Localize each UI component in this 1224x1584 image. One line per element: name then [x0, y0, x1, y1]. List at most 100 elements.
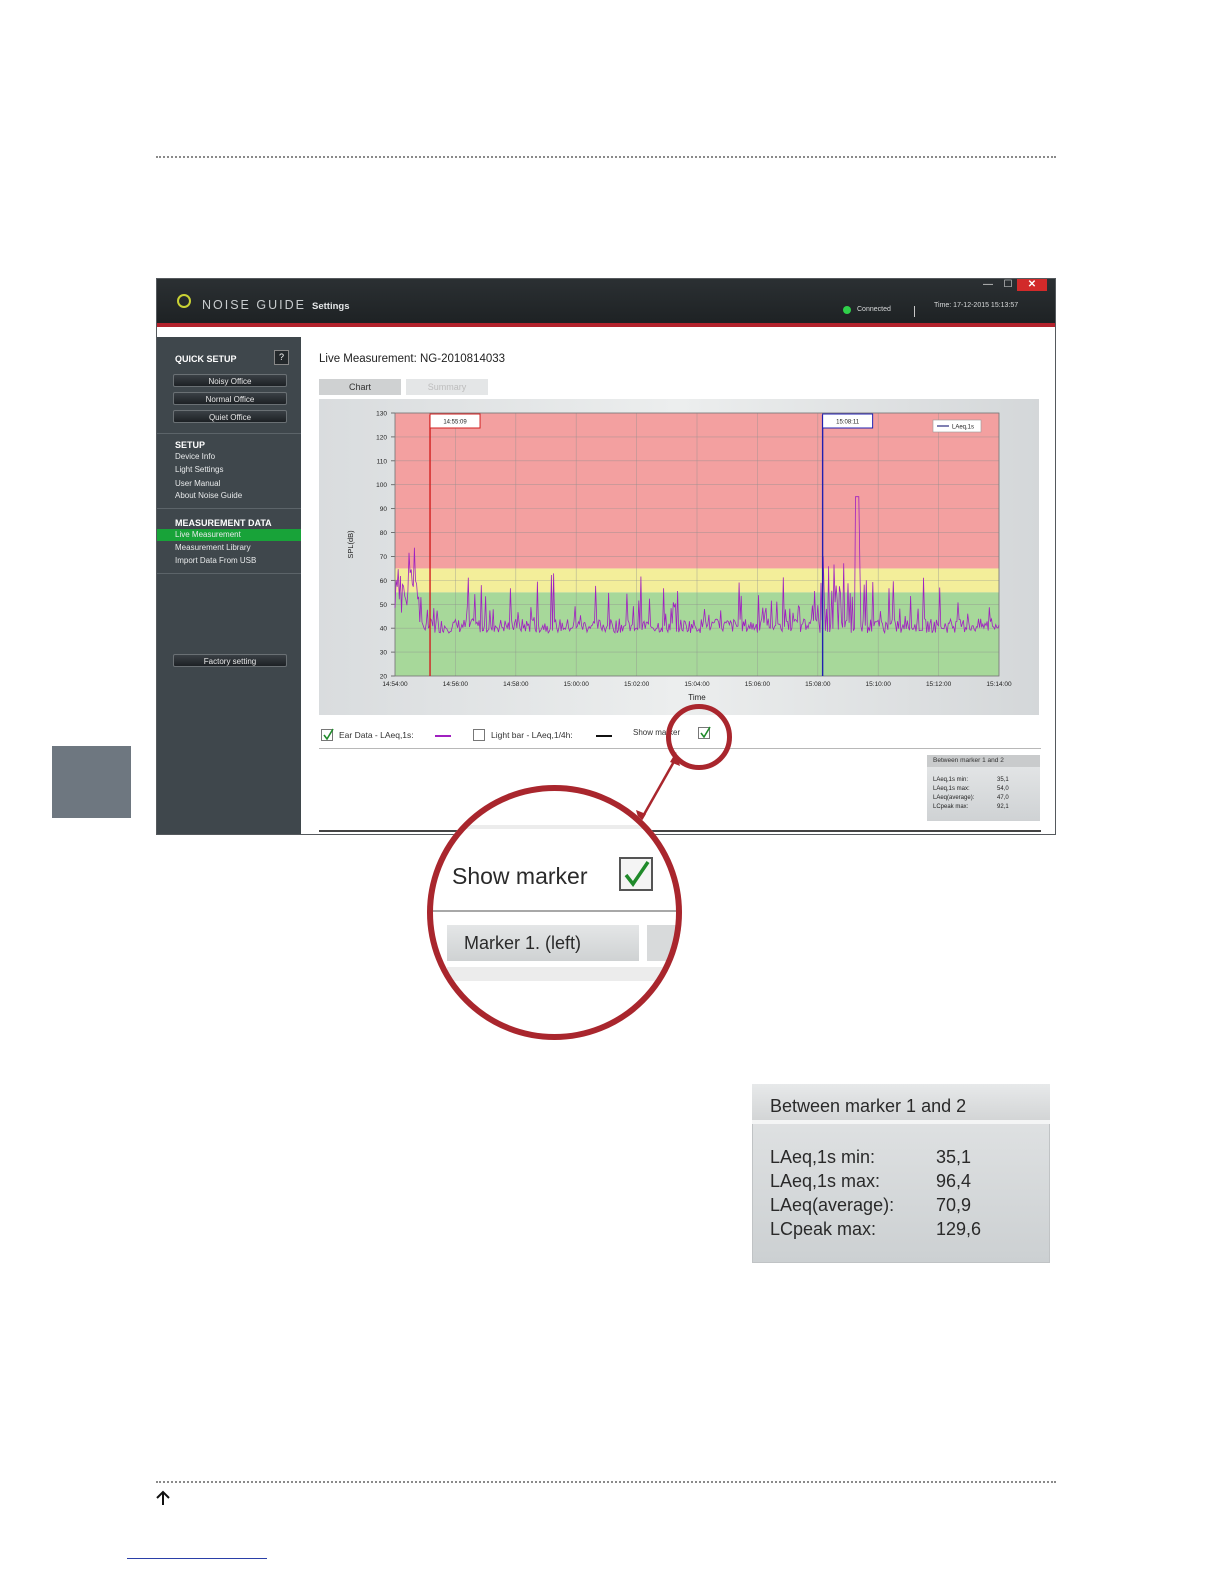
x-tick-label: 15:08:00 — [805, 681, 831, 688]
quiet-office-button[interactable]: Quiet Office — [173, 410, 287, 423]
marker-stats-enlarged: Between marker 1 and 2 LAeq,1s min: 35,1 … — [752, 1084, 1050, 1263]
y-tick-label: 30 — [380, 650, 388, 657]
sidebar-item-user-manual[interactable]: User Manual — [175, 479, 220, 488]
light-bar-checkbox[interactable] — [473, 729, 485, 741]
sidebar-item-light-settings[interactable]: Light Settings — [175, 465, 223, 474]
tab-summary[interactable]: Summary — [406, 379, 488, 395]
stat-value: 70,9 — [936, 1195, 972, 1215]
sidebar-divider — [157, 508, 301, 509]
chart-panel: 130 120 110 100 90 80 70 60 50 40 30 20 14:54:00 14:5… — [319, 399, 1039, 715]
chapter-tab — [52, 746, 131, 818]
close-button[interactable]: ✕ — [1017, 279, 1047, 291]
stat-value: 47,0 — [997, 795, 1009, 801]
ear-data-checkbox[interactable] — [321, 728, 334, 741]
y-tick-label: 110 — [377, 458, 388, 465]
x-tick-label: 15:04:00 — [684, 681, 710, 688]
sidebar-item-import-usb[interactable]: Import Data From USB — [175, 556, 256, 565]
measurement-data-heading: MEASUREMENT DATA — [175, 518, 272, 528]
y-tick-label: 120 — [376, 434, 387, 441]
stat-label: LAeq,1s min: — [770, 1147, 876, 1167]
y-tick-label: 100 — [376, 482, 387, 489]
y-tick-label: 40 — [380, 626, 388, 633]
x-axis-label: Time — [688, 693, 706, 702]
y-tick-label: 90 — [380, 506, 388, 513]
x-tick-label: 15:10:00 — [866, 681, 892, 688]
stat-label: LAeq,1s min: — [933, 777, 969, 783]
stat-row: LCpeak max: 129,6 — [770, 1219, 1040, 1240]
stat-row: LAeq,1s min: 35,1 — [933, 777, 1033, 783]
marker-stats-panel: Between marker 1 and 2 LAeq,1s min: 35,1 … — [927, 755, 1040, 821]
stat-label: LAeq(average): — [933, 795, 975, 801]
title-bar: NOISE GUIDE Settings Connected Time: 17-… — [157, 279, 1055, 323]
stat-label: LCpeak max: — [933, 804, 969, 810]
stat-value: 129,6 — [936, 1219, 982, 1239]
footer-link-underline — [127, 1558, 267, 1559]
maximize-button[interactable]: ☐ — [1000, 279, 1016, 291]
x-tick-label: 14:54:00 — [382, 681, 408, 688]
stats-header: Between marker 1 and 2 — [752, 1084, 1050, 1124]
stat-label: LAeq(average): — [770, 1195, 895, 1215]
sidebar-item-live-measurement[interactable]: Live Measurement — [175, 530, 241, 539]
normal-office-button[interactable]: Normal Office — [173, 392, 287, 405]
stat-row: LAeq,1s max: 54,0 — [933, 786, 1033, 792]
x-tick-label: 15:14:00 — [986, 681, 1012, 688]
spl-chart[interactable]: 130 120 110 100 90 80 70 60 50 40 30 2014:54:00 14:5… — [319, 399, 1039, 715]
y-axis-label: SPL(dB) — [346, 530, 355, 559]
quick-setup-heading: QUICK SETUP — [175, 354, 237, 364]
y-tick-label: 70 — [380, 554, 388, 561]
tab-chart[interactable]: Chart — [319, 379, 401, 395]
light-bar-swatch — [596, 735, 612, 737]
sidebar: QUICK SETUP ? Noisy Office Normal Office… — [157, 337, 301, 834]
minimize-button[interactable]: — — [980, 279, 996, 291]
y-tick-label: 130 — [376, 411, 387, 418]
x-tick-label: 15:12:00 — [926, 681, 952, 688]
sidebar-divider — [157, 573, 301, 574]
stat-label: LAeq,1s max: — [770, 1171, 881, 1191]
x-tick-label: 14:58:00 — [503, 681, 529, 688]
sidebar-divider — [157, 433, 301, 434]
noisy-office-button[interactable]: Noisy Office — [173, 374, 287, 387]
ear-data-swatch — [435, 735, 451, 737]
stat-value: 92,1 — [997, 804, 1009, 810]
y-tick-label: 20 — [380, 674, 388, 681]
sidebar-item-measurement-library[interactable]: Measurement Library — [175, 543, 251, 552]
light-bar-label: Light bar - LAeq,1/4h: — [491, 730, 573, 740]
title-accent-line — [157, 323, 1055, 327]
connection-status: Connected — [857, 306, 891, 313]
factory-setting-button[interactable]: Factory setting — [173, 654, 287, 667]
help-button[interactable]: ? — [274, 350, 289, 365]
back-to-top-icon[interactable] — [154, 1489, 172, 1507]
y-tick-label: 80 — [380, 530, 388, 537]
stat-label: LAeq,1s max: — [933, 786, 970, 792]
chart-legend-label: LAeq,1s — [952, 425, 974, 431]
x-tick-label: 14:56:00 — [443, 681, 469, 688]
separator — [914, 306, 915, 317]
time-display: Time: 17-12-2015 15:13:57 — [934, 302, 1019, 309]
stat-value: 35,1 — [936, 1147, 972, 1167]
y-tick-label: 50 — [380, 602, 388, 609]
x-tick-label: 15:06:00 — [745, 681, 771, 688]
x-tick-label: 15:00:00 — [564, 681, 590, 688]
connected-status-icon — [843, 306, 851, 314]
ear-data-label: Ear Data - LAeq,1s: — [339, 730, 414, 740]
page-title: Live Measurement: NG-2010814033 — [319, 353, 506, 365]
stat-row: LCpeak max: 92,1 — [933, 804, 1033, 810]
top-dotted-rule — [156, 156, 1056, 158]
sidebar-item-about[interactable]: About Noise Guide — [175, 491, 242, 500]
setup-heading: SETUP — [175, 440, 206, 450]
stats-header: Between marker 1 and 2 — [927, 755, 1040, 767]
y-tick-label: 60 — [380, 578, 388, 585]
stat-row: LAeq,1s max: 96,4 — [770, 1171, 1040, 1192]
app-name: NOISE GUIDE — [202, 298, 306, 312]
stat-value: 54,0 — [997, 786, 1009, 792]
noise-guide-logo-icon — [177, 294, 191, 308]
app-subtitle: Settings — [312, 301, 350, 312]
app-window: NOISE GUIDE Settings Connected Time: 17-… — [156, 278, 1056, 835]
stat-value: 35,1 — [997, 777, 1009, 783]
zoom-callout: Show marker Marker 1. (left) — [427, 785, 682, 1040]
marker-label: 15:08:11 — [836, 420, 860, 426]
marker-label: 14:55:09 — [443, 420, 467, 426]
sidebar-item-device-info[interactable]: Device Info — [175, 452, 215, 461]
zoom-ring — [427, 785, 682, 1040]
stat-row: LAeq,1s min: 35,1 — [770, 1147, 1040, 1168]
